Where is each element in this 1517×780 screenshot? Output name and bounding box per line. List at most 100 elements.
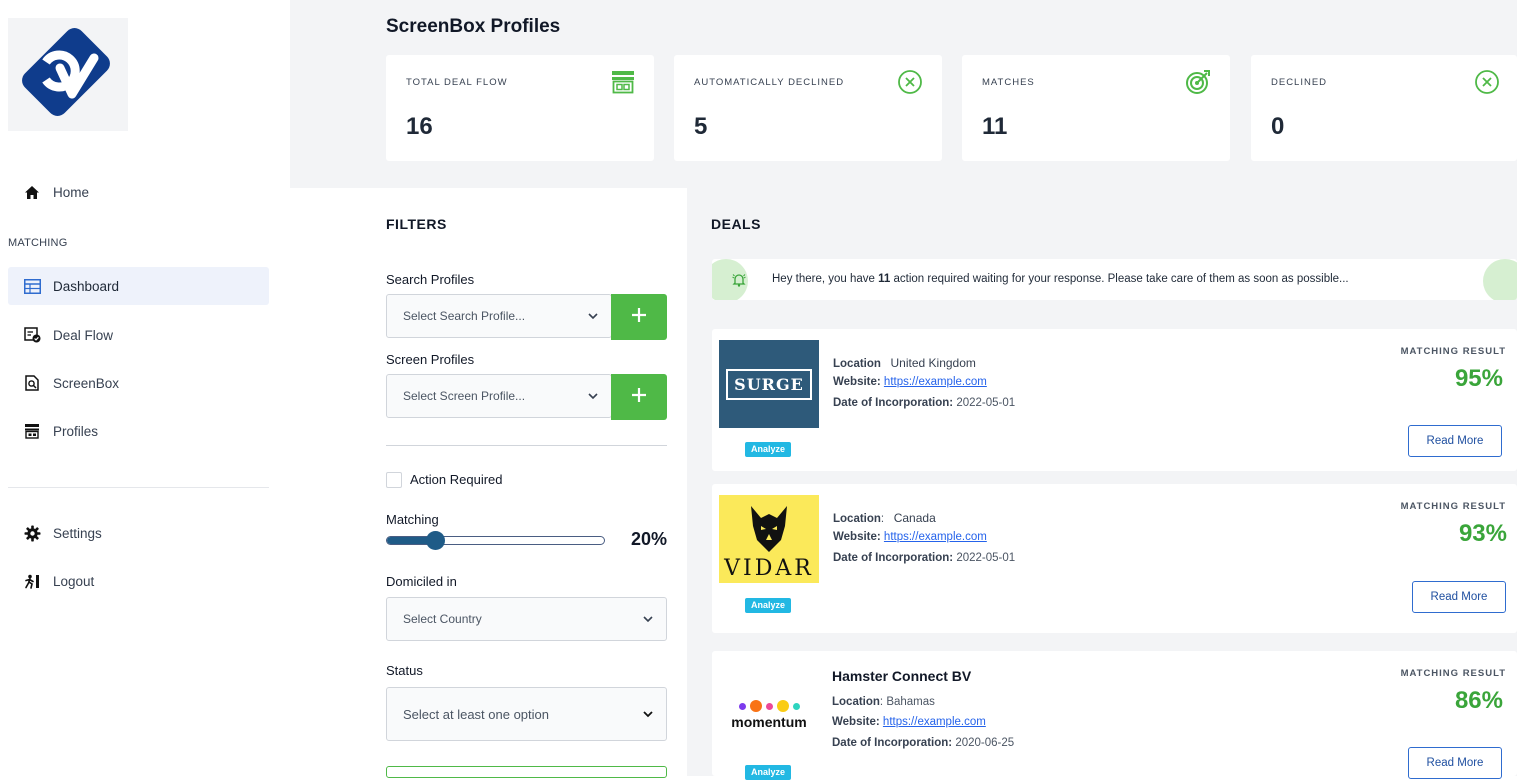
add-screen-profile-button[interactable]	[611, 374, 667, 420]
screen-profiles-label: Screen Profiles	[386, 352, 475, 367]
deal-website-link[interactable]: https://example.com	[884, 531, 987, 543]
page-title: ScreenBox Profiles	[386, 16, 561, 37]
deal-location: Canada	[893, 511, 936, 525]
search-profile-placeholder: Select Search Profile...	[403, 309, 526, 323]
nav-logout-label: Logout	[53, 573, 95, 589]
stat-label: DECLINED	[1271, 77, 1328, 88]
matching-result-value: 93%	[1458, 520, 1507, 547]
store-icon	[23, 422, 41, 440]
chevron-down-icon	[587, 390, 599, 402]
chevron-down-icon	[642, 613, 654, 625]
plus-icon	[630, 386, 648, 409]
gear-icon	[23, 524, 41, 542]
nav-logout[interactable]: Logout	[8, 562, 269, 600]
stat-card-automatically-declined: AUTOMATICALLY DECLINED 5	[674, 55, 942, 161]
apply-filters-button[interactable]	[386, 766, 667, 778]
analyze-button[interactable]: Analyze	[745, 765, 792, 780]
deal-website-link[interactable]: https://example.com	[883, 716, 986, 728]
matching-slider-fill	[387, 537, 431, 544]
logout-icon	[23, 572, 41, 590]
deal-card: VIDAR Analyze Location: Canada Website: …	[712, 484, 1517, 633]
search-profiles-label: Search Profiles	[386, 272, 475, 287]
brand-logo[interactable]	[8, 18, 128, 131]
filters-title: FILTERS	[386, 216, 447, 232]
matching-result-label: MATCHING RESULT	[1400, 501, 1506, 512]
deal-doi: 2022-05-01	[956, 552, 1016, 564]
stat-value: 11	[982, 113, 1008, 140]
read-more-button[interactable]: Read More	[1412, 581, 1506, 613]
doi-label: Date of Incorporation:	[832, 737, 953, 749]
action-required-alert: Hey there, you have 11 action required w…	[712, 259, 1517, 300]
deal-logo-text: momentum	[731, 714, 807, 730]
read-more-button[interactable]: Read More	[1408, 425, 1502, 457]
matching-result-value: 86%	[1454, 687, 1503, 714]
website-label: Website:	[833, 376, 881, 388]
deal-website-link[interactable]: https://example.com	[884, 376, 987, 388]
nav-screenbox-label: ScreenBox	[53, 375, 120, 391]
website-label: Website:	[832, 716, 880, 728]
status-placeholder: Select at least one option	[403, 706, 549, 722]
store-icon	[610, 69, 636, 95]
action-required-checkbox[interactable]	[386, 472, 402, 488]
home-icon	[23, 183, 41, 201]
document-check-icon	[23, 326, 41, 344]
stat-label: MATCHES	[982, 77, 1035, 88]
plus-icon	[630, 306, 648, 329]
deal-location: Bahamas	[886, 696, 935, 708]
deals-title: DEALS	[711, 216, 761, 232]
deal-doi: 2022-05-01	[956, 397, 1016, 409]
file-search-icon	[23, 374, 41, 392]
matching-slider-thumb[interactable]	[426, 531, 446, 550]
analyze-button[interactable]: Analyze	[745, 598, 792, 613]
nav-screenbox[interactable]: ScreenBox	[8, 364, 269, 402]
deal-logo-text: VIDAR	[724, 556, 814, 581]
deal-name: Hamster Connect BV	[832, 668, 972, 684]
location-label: Location	[833, 513, 881, 525]
screen-profile-select[interactable]: Select Screen Profile...	[386, 374, 612, 418]
matching-slider[interactable]	[386, 536, 605, 545]
stat-label: TOTAL DEAL FLOW	[406, 77, 508, 88]
stat-value: 0	[1271, 113, 1285, 140]
nav-profiles[interactable]: Profiles	[8, 412, 269, 450]
stat-card-matches: MATCHES 11	[962, 55, 1230, 161]
search-profile-select[interactable]: Select Search Profile...	[386, 294, 612, 338]
doi-label: Date of Incorporation:	[833, 397, 954, 409]
location-label: Location	[832, 696, 880, 708]
filters-divider	[386, 445, 667, 446]
nav-deal-flow[interactable]: Deal Flow	[8, 316, 269, 354]
screen-profile-placeholder: Select Screen Profile...	[403, 389, 526, 403]
country-select[interactable]: Select Country	[386, 597, 667, 641]
analyze-button[interactable]: Analyze	[745, 442, 792, 457]
sidebar: Home MATCHING Dashboard Deal Flow Screen…	[0, 0, 290, 776]
target-icon	[1185, 69, 1211, 95]
deal-card: momentum Analyze Hamster Connect BV Loca…	[712, 651, 1517, 780]
section-label-matching: MATCHING	[8, 237, 68, 249]
add-search-profile-button[interactable]	[611, 294, 667, 340]
nav-dashboard[interactable]: Dashboard	[8, 267, 269, 305]
deal-logo[interactable]: SURGE	[719, 340, 819, 428]
deal-logo[interactable]: VIDAR	[719, 495, 819, 583]
status-select[interactable]: Select at least one option	[386, 687, 667, 741]
stat-card-total-deal-flow: TOTAL DEAL FLOW 16	[386, 55, 654, 161]
chevron-down-icon	[642, 708, 654, 720]
location-label: Location	[833, 358, 881, 370]
deal-location: United Kingdom	[890, 356, 976, 370]
x-circle-icon	[1474, 69, 1500, 95]
action-required-label: Action Required	[410, 472, 503, 487]
wolf-icon	[751, 506, 787, 552]
stat-value: 16	[406, 113, 433, 140]
stat-card-declined: DECLINED 0	[1251, 55, 1517, 161]
domiciled-label: Domiciled in	[386, 574, 457, 589]
nav-home[interactable]: Home	[8, 173, 269, 211]
matching-result-label: MATCHING RESULT	[1400, 346, 1506, 357]
nav-settings[interactable]: Settings	[8, 514, 269, 552]
nav-dashboard-label: Dashboard	[53, 278, 120, 294]
matching-label: Matching	[386, 512, 439, 527]
deal-logo[interactable]: momentum	[719, 671, 819, 759]
x-circle-icon	[897, 69, 923, 95]
table-icon	[23, 277, 41, 295]
read-more-button[interactable]: Read More	[1408, 747, 1502, 779]
alert-message: Hey there, you have 11 action required w…	[772, 273, 1349, 285]
chevron-down-icon	[587, 310, 599, 322]
website-label: Website:	[833, 531, 881, 543]
